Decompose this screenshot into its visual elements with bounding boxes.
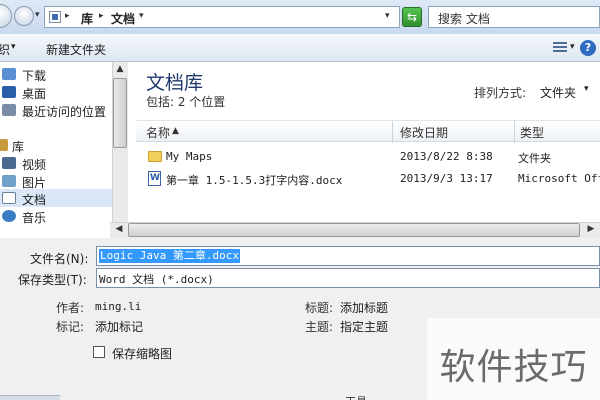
nav-item-label: 下载 [22, 69, 47, 83]
nav-scrollbar-thumb[interactable] [113, 78, 127, 148]
folder-icon [148, 151, 162, 162]
nav-item-label: 最近访问的位置 [22, 105, 107, 119]
filetype-value: Word 文档 (*.docx) [99, 273, 214, 286]
column-header-row: 名称 ▲ 修改日期 类型 [136, 120, 600, 143]
title-value[interactable]: 添加标题 [340, 299, 388, 316]
nav-item-music[interactable]: 音乐 [0, 207, 112, 225]
document-icon [2, 192, 16, 204]
chevron-down-icon[interactable]: ▾ [139, 11, 144, 21]
filetype-label: 保存类型(T): [18, 273, 87, 287]
watermark-panel: 软件技巧 [427, 318, 600, 400]
tools-button[interactable]: 工具 [345, 393, 367, 400]
author-value[interactable]: ming.li [95, 300, 141, 313]
breadcrumb-library[interactable]: 库 [81, 10, 93, 27]
file-name: My Maps [166, 150, 213, 163]
horizontal-scrollbar-thumb[interactable] [128, 223, 580, 237]
column-header-name[interactable]: 名称 [146, 124, 170, 141]
subject-label: 主题: [305, 320, 334, 334]
file-row-my-maps[interactable]: My Maps 2013/8/22 8:38 文件夹 [136, 146, 600, 168]
arrange-by-dropdown[interactable]: 文件夹 [540, 84, 576, 101]
save-thumbnail-label[interactable]: 保存缩略图 [112, 345, 172, 362]
file-list-pane: 文档库 包括: 2 个位置 排列方式: 文件夹 ▾ 名称 ▲ 修改日期 类型 M… [128, 62, 600, 238]
column-header-date[interactable]: 修改日期 [400, 124, 448, 141]
file-date: 2013/9/3 13:17 [400, 172, 493, 185]
nav-item-libraries[interactable]: 库 [0, 136, 112, 154]
file-row-chapter-one[interactable]: 第一章 1.5-1.5.3打字内容.docx 2013/9/3 13:17 Mi… [136, 168, 600, 190]
nav-item-label: 库 [12, 140, 25, 154]
chevron-down-icon: ▾ [11, 42, 16, 52]
nav-item-downloads[interactable]: 下载 [0, 65, 112, 83]
refresh-icon: ⇆ [406, 10, 418, 24]
author-label: 作者: [56, 301, 85, 315]
navigation-pane: 下载 桌面 最近访问的位置 库 视频 图片 文档 音乐 [0, 62, 112, 238]
chevron-down-icon[interactable]: ▾ [570, 42, 575, 52]
filename-input[interactable]: Logic Java 第二章.docx [96, 246, 600, 266]
chevron-down-icon[interactable]: ▾ [584, 84, 589, 94]
library-title: 文档库 [146, 72, 204, 94]
nav-item-desktop[interactable]: 桌面 [0, 83, 112, 101]
filename-label: 文件名(N): [30, 252, 89, 266]
back-button[interactable] [0, 4, 12, 28]
word-doc-icon [148, 171, 161, 186]
video-icon [2, 157, 16, 169]
chevron-right-icon[interactable]: ▸ [65, 11, 70, 21]
address-bar-area: ▾ ▸ 库 ▸ 文档 ▾ ▾ ⇆ 搜索 文档 [0, 0, 600, 34]
refresh-button[interactable]: ⇆ [402, 7, 422, 27]
toolbar: 织 ▾ 新建文件夹 ▾ ? [0, 34, 600, 62]
music-icon [2, 210, 16, 222]
help-icon[interactable]: ? [580, 40, 596, 56]
recent-places-icon [2, 104, 16, 116]
recent-pages-dropdown[interactable]: ▾ [35, 10, 40, 20]
scroll-right-arrow[interactable]: ▶ [584, 224, 598, 234]
download-icon [2, 68, 16, 80]
nav-item-label: 视频 [22, 158, 47, 172]
forward-button[interactable] [14, 6, 34, 26]
address-field[interactable]: ▸ 库 ▸ 文档 ▾ ▾ [44, 6, 400, 28]
nav-item-label: 音乐 [22, 211, 47, 225]
nav-item-pictures[interactable]: 图片 [0, 172, 112, 190]
breadcrumb-documents[interactable]: 文档 [111, 10, 135, 27]
watermark-text: 软件技巧 [439, 347, 588, 388]
title-label: 标题: [305, 301, 334, 315]
file-type: 文件夹 [518, 152, 551, 165]
folder-location-icon [49, 11, 61, 23]
picture-icon [2, 175, 16, 187]
library-includes-link[interactable]: 包括: 2 个位置 [146, 93, 225, 110]
scroll-up-arrow[interactable]: ▲ [113, 64, 127, 74]
nav-item-videos[interactable]: 视频 [0, 154, 112, 172]
chevron-right-icon[interactable]: ▸ [99, 11, 104, 21]
search-input[interactable]: 搜索 文档 [428, 6, 600, 28]
nav-item-label: 桌面 [22, 87, 47, 101]
subject-value[interactable]: 指定主题 [340, 318, 388, 335]
save-thumbnail-checkbox[interactable] [93, 346, 105, 358]
organize-button[interactable]: 织 [0, 41, 10, 58]
file-type: Microsoft Offi [518, 172, 600, 185]
hide-folders-strip[interactable] [0, 395, 60, 400]
new-folder-button[interactable]: 新建文件夹 [46, 41, 106, 58]
nav-item-documents[interactable]: 文档 [0, 189, 112, 207]
filetype-select[interactable]: Word 文档 (*.docx) [96, 268, 600, 288]
scroll-left-arrow[interactable]: ◀ [112, 224, 126, 234]
desktop-icon [2, 86, 16, 98]
filename-selected-text: Logic Java 第二章.docx [99, 249, 240, 263]
file-name: 第一章 1.5-1.5.3打字内容.docx [166, 174, 343, 187]
address-history-dropdown[interactable]: ▾ [385, 11, 390, 21]
column-header-type[interactable]: 类型 [520, 124, 544, 141]
sort-ascending-icon: ▲ [172, 126, 179, 136]
tags-label: 标记: [56, 320, 85, 334]
nav-item-label: 文档 [22, 193, 47, 207]
view-options-icon[interactable] [553, 42, 567, 53]
nav-item-recent-places[interactable]: 最近访问的位置 [0, 101, 112, 119]
library-icon [0, 139, 8, 151]
file-date: 2013/8/22 8:38 [400, 150, 493, 163]
arrange-by-label: 排列方式: [474, 86, 527, 100]
tags-value[interactable]: 添加标记 [95, 318, 143, 335]
